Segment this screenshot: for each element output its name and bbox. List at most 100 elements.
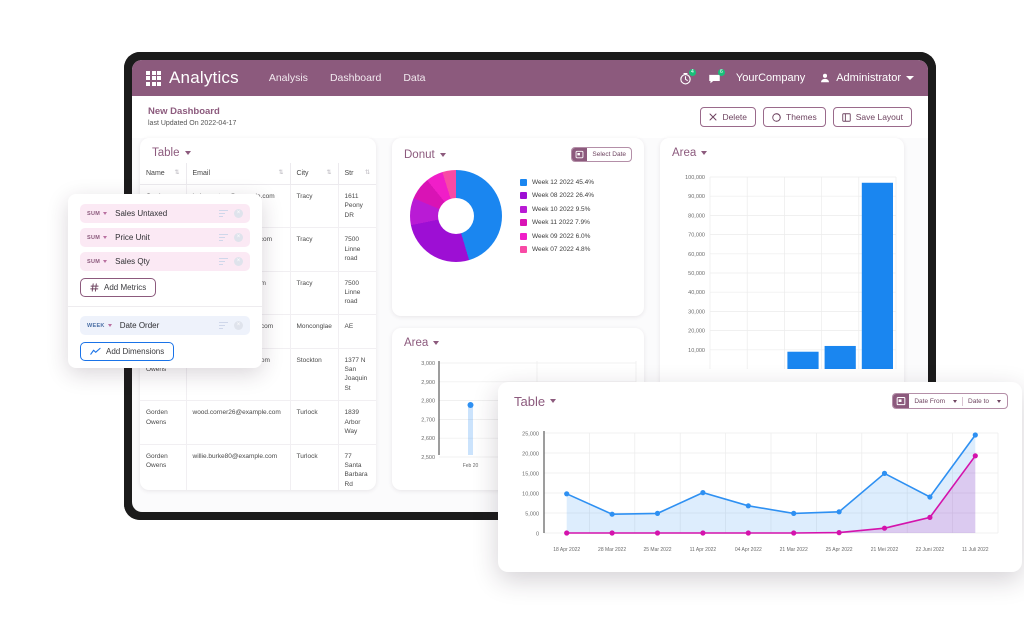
brand[interactable]: Analytics bbox=[146, 68, 239, 88]
data-point[interactable] bbox=[836, 530, 842, 536]
legend-item[interactable]: Week 11 2022 7.9% bbox=[520, 219, 594, 227]
select-date-button[interactable]: Select Date bbox=[571, 147, 632, 162]
data-point[interactable] bbox=[700, 530, 706, 536]
cell-city: Stockton bbox=[290, 348, 339, 402]
donut-chart bbox=[410, 170, 502, 262]
data-point[interactable] bbox=[791, 530, 797, 536]
data-point[interactable] bbox=[745, 503, 751, 509]
legend-label: Week 07 2022 4.8% bbox=[532, 246, 591, 254]
data-point[interactable] bbox=[745, 530, 751, 536]
bar[interactable] bbox=[824, 345, 856, 369]
remove-icon[interactable]: × bbox=[234, 321, 243, 330]
sub-header: New Dashboard last Updated On 2022-04-17… bbox=[132, 96, 928, 138]
bar[interactable] bbox=[787, 351, 819, 369]
cell-str: 1377 N San Joaquin St bbox=[338, 348, 376, 402]
data-point[interactable] bbox=[654, 530, 661, 536]
x-axis-tick: 21 Mei 2022 bbox=[871, 547, 899, 553]
legend-item[interactable]: Week 09 2022 6.0% bbox=[520, 232, 594, 240]
legend-swatch bbox=[520, 205, 527, 213]
y-axis-tick: 2,600 bbox=[421, 436, 435, 442]
remove-icon[interactable]: × bbox=[234, 209, 243, 218]
themes-button[interactable]: Themes bbox=[763, 107, 826, 127]
data-point[interactable] bbox=[791, 510, 797, 516]
data-point[interactable] bbox=[564, 530, 570, 536]
data-point[interactable] bbox=[654, 510, 661, 516]
chevron-down-icon[interactable] bbox=[103, 212, 108, 215]
legend-item[interactable]: Week 10 2022 9.5% bbox=[520, 205, 594, 213]
metric-row[interactable]: SUM Sales Untaxed × bbox=[80, 204, 250, 223]
add-dimensions-button[interactable]: Add Dimensions bbox=[80, 342, 175, 361]
data-point[interactable] bbox=[609, 530, 615, 536]
sort-bars-icon[interactable] bbox=[219, 321, 228, 330]
messages-icon[interactable]: 6 bbox=[707, 68, 725, 86]
screenshot-root: Analytics Analysis Dashboard Data 4 6 Yo… bbox=[0, 0, 1024, 629]
y-axis-tick: 2,800 bbox=[421, 399, 435, 405]
data-point[interactable] bbox=[972, 432, 978, 438]
data-point[interactable] bbox=[927, 514, 933, 520]
legend-label: Week 10 2022 9.5% bbox=[532, 205, 591, 213]
data-point[interactable] bbox=[836, 509, 842, 515]
chevron-down-icon bbox=[906, 76, 914, 80]
chevron-down-icon[interactable] bbox=[701, 151, 708, 155]
nav-link-dashboard[interactable]: Dashboard bbox=[330, 72, 381, 84]
table-header: Name ⇅ Email ⇅ City ⇅ Str ⇅ bbox=[140, 163, 376, 185]
save-layout-button[interactable]: Save Layout bbox=[832, 107, 912, 127]
legend-item[interactable]: Week 07 2022 4.8% bbox=[520, 246, 594, 254]
apps-grid-icon bbox=[146, 70, 161, 86]
chevron-down-icon[interactable] bbox=[439, 152, 446, 157]
metric-row[interactable]: SUM Price Unit × bbox=[80, 228, 250, 247]
y-axis-tick: 70,000 bbox=[688, 233, 705, 239]
table-row[interactable]: Gorden Owens wood.corner26@example.com Tur… bbox=[140, 400, 376, 445]
column-header-name[interactable]: Name ⇅ bbox=[140, 163, 187, 185]
remove-icon[interactable]: × bbox=[234, 233, 243, 242]
chevron-down-icon[interactable] bbox=[433, 341, 440, 345]
panel-area-small-title: Area bbox=[404, 337, 429, 349]
user-menu[interactable]: Administrator bbox=[819, 72, 914, 84]
column-header-str[interactable]: Str ⇅ bbox=[338, 163, 376, 185]
delete-button[interactable]: Delete bbox=[700, 107, 757, 127]
data-point[interactable] bbox=[972, 453, 978, 459]
remove-icon[interactable]: × bbox=[234, 257, 243, 266]
column-header-city[interactable]: City ⇅ bbox=[290, 163, 339, 185]
metric-row[interactable]: SUM Sales Qty × bbox=[80, 252, 250, 271]
chevron-down-icon[interactable] bbox=[107, 324, 112, 327]
cell-email: willie.burke80@example.com bbox=[186, 444, 291, 490]
add-metrics-button[interactable]: Add Metrics bbox=[80, 278, 157, 297]
legend-item[interactable]: Week 08 2022 26.4% bbox=[520, 192, 594, 200]
chevron-down-icon[interactable] bbox=[103, 260, 108, 263]
y-axis-tick: 20,000 bbox=[522, 452, 539, 458]
legend-item[interactable]: Week 12 2022 45.4% bbox=[520, 178, 594, 186]
data-point[interactable] bbox=[881, 470, 888, 476]
data-point[interactable] bbox=[700, 490, 706, 496]
nav-link-data[interactable]: Data bbox=[403, 72, 425, 84]
panel-table-main-title: Table bbox=[152, 147, 180, 159]
sort-bars-icon[interactable] bbox=[219, 209, 228, 218]
data-point[interactable] bbox=[927, 494, 933, 500]
chevron-down-icon[interactable] bbox=[550, 399, 557, 403]
dimension-row[interactable]: WEEK Date Order × bbox=[80, 316, 250, 335]
data-point[interactable] bbox=[564, 491, 570, 497]
date-from-label[interactable]: Date From bbox=[909, 398, 950, 405]
legend-swatch bbox=[520, 219, 527, 227]
y-axis-tick: 15,000 bbox=[522, 472, 539, 478]
data-point[interactable] bbox=[609, 511, 615, 517]
timer-icon[interactable]: 4 bbox=[678, 68, 696, 86]
chevron-down-icon[interactable] bbox=[103, 236, 108, 239]
data-point[interactable] bbox=[881, 525, 888, 531]
nav-link-analysis[interactable]: Analysis bbox=[269, 72, 308, 84]
row-tools: × bbox=[219, 257, 243, 266]
chevron-down-icon[interactable] bbox=[184, 151, 191, 155]
cell-city: Monconglae bbox=[290, 314, 339, 349]
bar[interactable] bbox=[861, 182, 893, 369]
y-axis-tick: 90,000 bbox=[688, 194, 705, 200]
sort-bars-icon[interactable] bbox=[219, 257, 228, 266]
y-axis-tick: 60,000 bbox=[688, 252, 705, 258]
cell-str: 7500 Linne road bbox=[338, 227, 376, 272]
company-name[interactable]: YourCompany bbox=[736, 72, 805, 84]
sort-bars-icon[interactable] bbox=[219, 233, 228, 242]
legend-swatch bbox=[520, 232, 527, 240]
date-to-label[interactable]: Date to bbox=[963, 398, 994, 405]
table-row[interactable]: Gorden Owens willie.burke80@example.com Tu… bbox=[140, 444, 376, 490]
date-range-picker[interactable]: Date From Date to bbox=[892, 393, 1008, 409]
column-header-email[interactable]: Email ⇅ bbox=[186, 163, 291, 185]
